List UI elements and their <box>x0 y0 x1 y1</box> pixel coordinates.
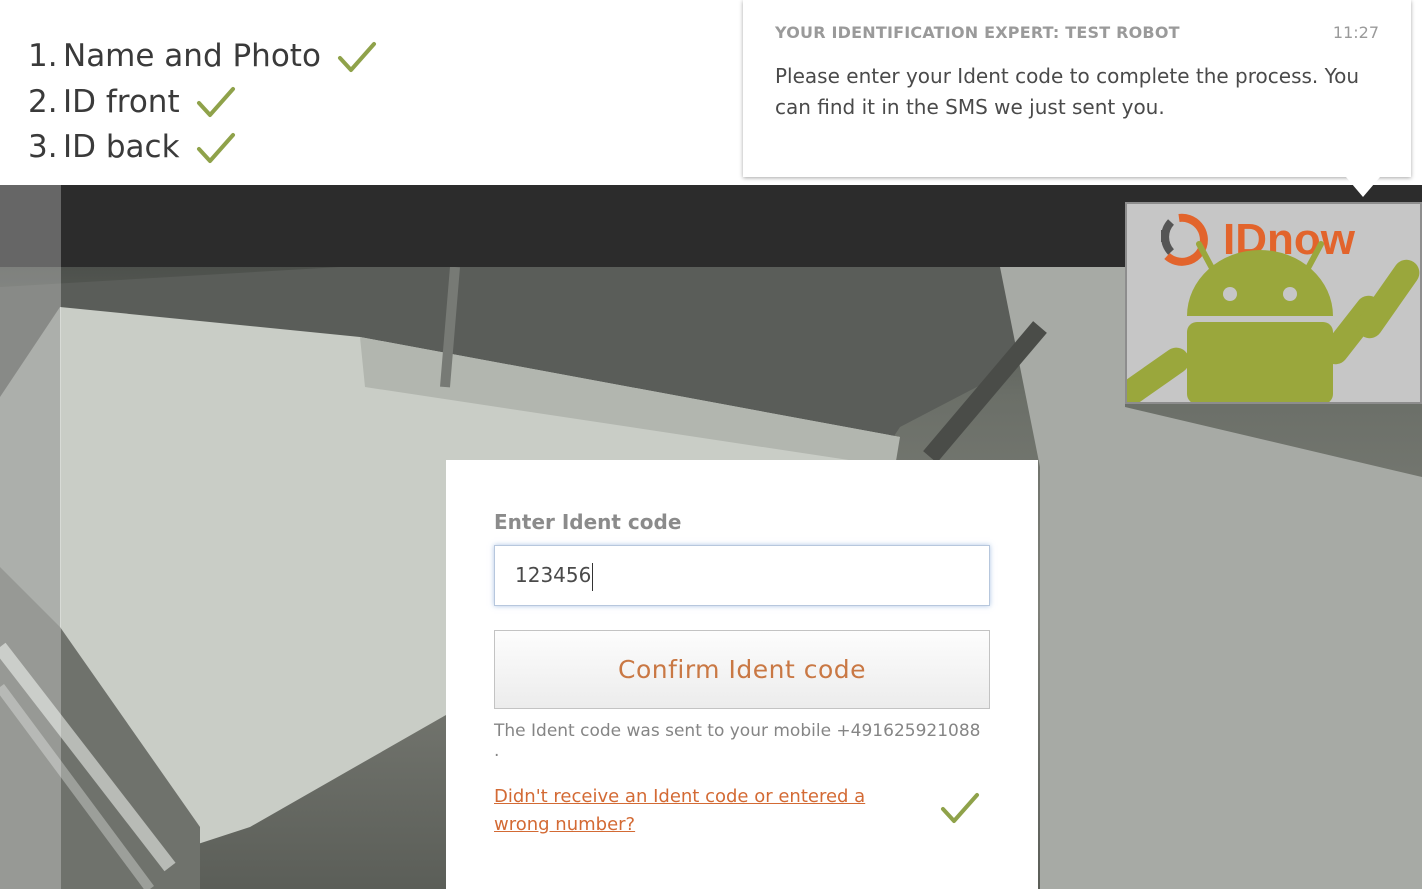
ident-code-input[interactable]: 123456 <box>494 545 990 606</box>
resend-code-link[interactable]: Didn't receive an Ident code or entered … <box>494 783 924 839</box>
step-number: 1. <box>28 38 58 74</box>
self-video-preview: IDnow <box>1125 202 1422 404</box>
checkmark-icon <box>196 131 236 165</box>
expert-title: YOUR IDENTIFICATION EXPERT: TEST ROBOT <box>775 23 1180 42</box>
expert-message-panel: YOUR IDENTIFICATION EXPERT: TEST ROBOT 1… <box>743 0 1411 177</box>
step-item: 1. Name and Photo <box>28 34 377 80</box>
text-caret <box>592 562 594 591</box>
step-label: ID front <box>63 83 180 120</box>
step-number: 2. <box>28 83 58 120</box>
confirm-ident-code-button[interactable]: Confirm Ident code <box>494 630 990 709</box>
progress-steps: 1. Name and Photo 2. ID front 3. ID back <box>28 34 377 171</box>
ident-code-label: Enter Ident code <box>494 510 682 534</box>
step-item: 2. ID front <box>28 80 377 126</box>
expert-message: Please enter your Ident code to complete… <box>775 64 1360 119</box>
checkmark-icon <box>940 791 980 829</box>
sent-info-text: The Ident code was sent to your mobile +… <box>494 721 981 761</box>
panel-pointer <box>1346 177 1380 197</box>
ident-code-value: 123456 <box>515 563 592 587</box>
step-label: ID back <box>63 129 180 165</box>
step-label: Name and Photo <box>63 38 321 74</box>
checkmark-icon <box>196 85 236 119</box>
step-number: 3. <box>28 129 58 165</box>
ident-code-form: Enter Ident code 123456 Confirm Ident co… <box>446 460 1038 889</box>
android-robot-icon: IDnow <box>1127 204 1420 402</box>
checkmark-icon <box>337 40 377 74</box>
message-timestamp: 11:27 <box>1332 23 1379 42</box>
step-item: 3. ID back <box>28 125 377 171</box>
